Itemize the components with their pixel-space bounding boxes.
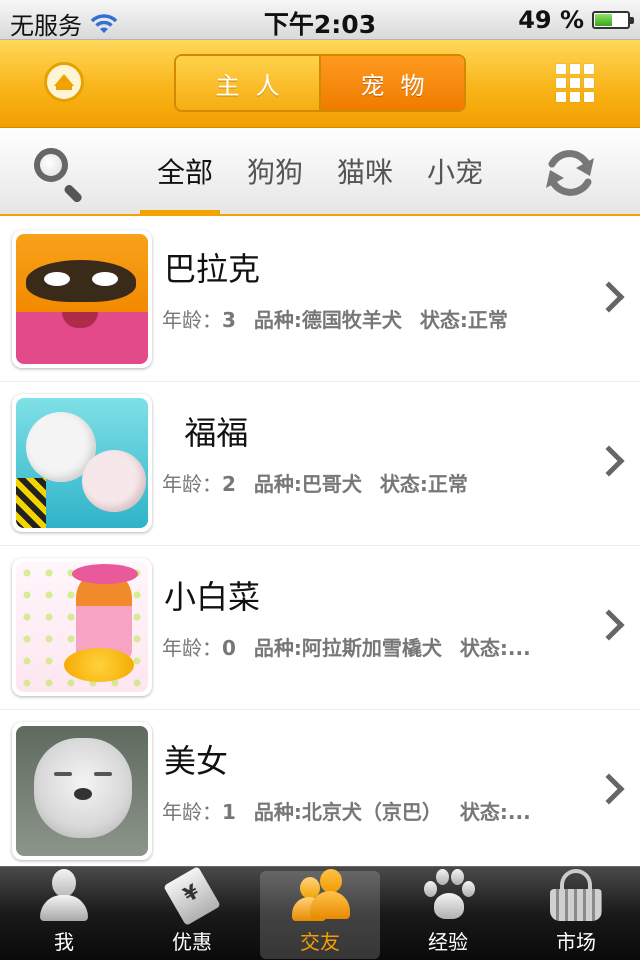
tab-all[interactable]: 全部	[140, 128, 230, 216]
tabbar-label: 经验	[428, 930, 468, 954]
tabbar-item-me[interactable]: 我	[0, 867, 128, 960]
breed-value: 品种:北京犬（京巴）	[253, 800, 442, 824]
age-label: 年龄：	[162, 636, 222, 660]
pet-details: 年龄：3 品种:德国牧羊犬 状态:正常	[162, 304, 554, 333]
tabbar-label: 市场	[556, 930, 596, 954]
category-tabs: 全部 狗狗 猫咪 小宠	[140, 128, 500, 216]
status-value: 状态:...	[459, 636, 531, 660]
avatar	[12, 558, 152, 696]
segment-owner[interactable]: 主人	[176, 56, 321, 110]
friends-icon	[290, 867, 350, 922]
tab-dogs[interactable]: 狗狗	[230, 128, 320, 214]
tab-small-pets[interactable]: 小宠	[410, 128, 500, 214]
pet-details: 年龄：0 品种:阿拉斯加雪橇犬 状态:...	[162, 632, 554, 661]
breed-value: 品种:巴哥犬	[253, 472, 362, 496]
age-label: 年龄：	[162, 472, 222, 496]
list-item[interactable]: 美女 年龄：1 品种:北京犬（京巴） 状态:...	[0, 710, 640, 866]
status-value: 状态:...	[459, 800, 531, 824]
basket-icon	[546, 867, 606, 922]
tab-cats[interactable]: 猫咪	[320, 128, 410, 214]
category-filter-bar: 全部 狗狗 猫咪 小宠	[0, 128, 640, 216]
status-bar: 无服务 下午2:03 49 %	[0, 0, 640, 40]
pet-name: 福福	[164, 414, 249, 452]
pet-name: 巴拉克	[164, 250, 261, 288]
person-icon	[34, 867, 94, 922]
tabbar-item-deals[interactable]: ¥ 优惠	[128, 866, 256, 960]
tabbar-item-friends[interactable]: 交友	[256, 867, 384, 960]
chevron-right-icon	[593, 281, 625, 313]
avatar	[12, 722, 152, 860]
list-item[interactable]: 小白菜 年龄：0 品种:阿拉斯加雪橇犬 状态:...	[0, 546, 640, 710]
status-value: 状态:正常	[379, 472, 468, 496]
breed-value: 品种:德国牧羊犬	[253, 308, 402, 332]
price-tag-icon: ¥	[162, 866, 222, 926]
age-label: 年龄：	[162, 308, 222, 332]
list-item[interactable]: 福福 年龄：2 品种:巴哥犬 状态:正常	[0, 382, 640, 546]
battery-level	[595, 14, 612, 26]
refresh-icon[interactable]	[540, 146, 600, 200]
pet-name: 小白菜	[164, 578, 261, 616]
status-value: 状态:正常	[419, 308, 508, 332]
tabbar-label: 优惠	[172, 930, 212, 954]
chevron-right-icon	[593, 773, 625, 805]
home-up-icon[interactable]	[44, 62, 84, 102]
age-value: 2	[222, 472, 236, 496]
pet-list: 巴拉克 年龄：3 品种:德国牧羊犬 状态:正常 福福 年龄：2 品种:巴哥犬 状态:正常…	[0, 218, 640, 866]
top-navigation-bar: 主人 宠物	[0, 40, 640, 128]
search-icon[interactable]	[32, 146, 88, 204]
paw-icon	[418, 867, 478, 922]
owner-pet-segmented-control: 主人 宠物	[174, 54, 466, 112]
tabbar-label: 我	[54, 930, 74, 954]
pet-details: 年龄：2 品种:巴哥犬 状态:正常	[162, 468, 554, 497]
avatar	[12, 394, 152, 532]
avatar	[12, 230, 152, 368]
tabbar-item-experience[interactable]: 经验	[384, 867, 512, 960]
tabbar-label: 交友	[300, 930, 340, 954]
age-value: 0	[222, 636, 236, 660]
bottom-tab-bar: 我 ¥ 优惠 交友 经验 市场	[0, 866, 640, 960]
grid-menu-icon[interactable]	[556, 64, 594, 102]
battery-group: 49 %	[518, 6, 634, 34]
battery-icon	[592, 11, 634, 29]
age-value: 3	[222, 308, 236, 332]
age-value: 1	[222, 800, 236, 824]
age-label: 年龄：	[162, 800, 222, 824]
pet-name: 美女	[164, 742, 229, 780]
segment-pet[interactable]: 宠物	[321, 56, 464, 110]
breed-value: 品种:阿拉斯加雪橇犬	[253, 636, 442, 660]
chevron-right-icon	[593, 445, 625, 477]
list-item[interactable]: 巴拉克 年龄：3 品种:德国牧羊犬 状态:正常	[0, 218, 640, 382]
chevron-right-icon	[593, 609, 625, 641]
battery-percent: 49 %	[518, 6, 584, 34]
tabbar-item-market[interactable]: 市场	[512, 867, 640, 960]
pet-details: 年龄：1 品种:北京犬（京巴） 状态:...	[162, 796, 554, 825]
